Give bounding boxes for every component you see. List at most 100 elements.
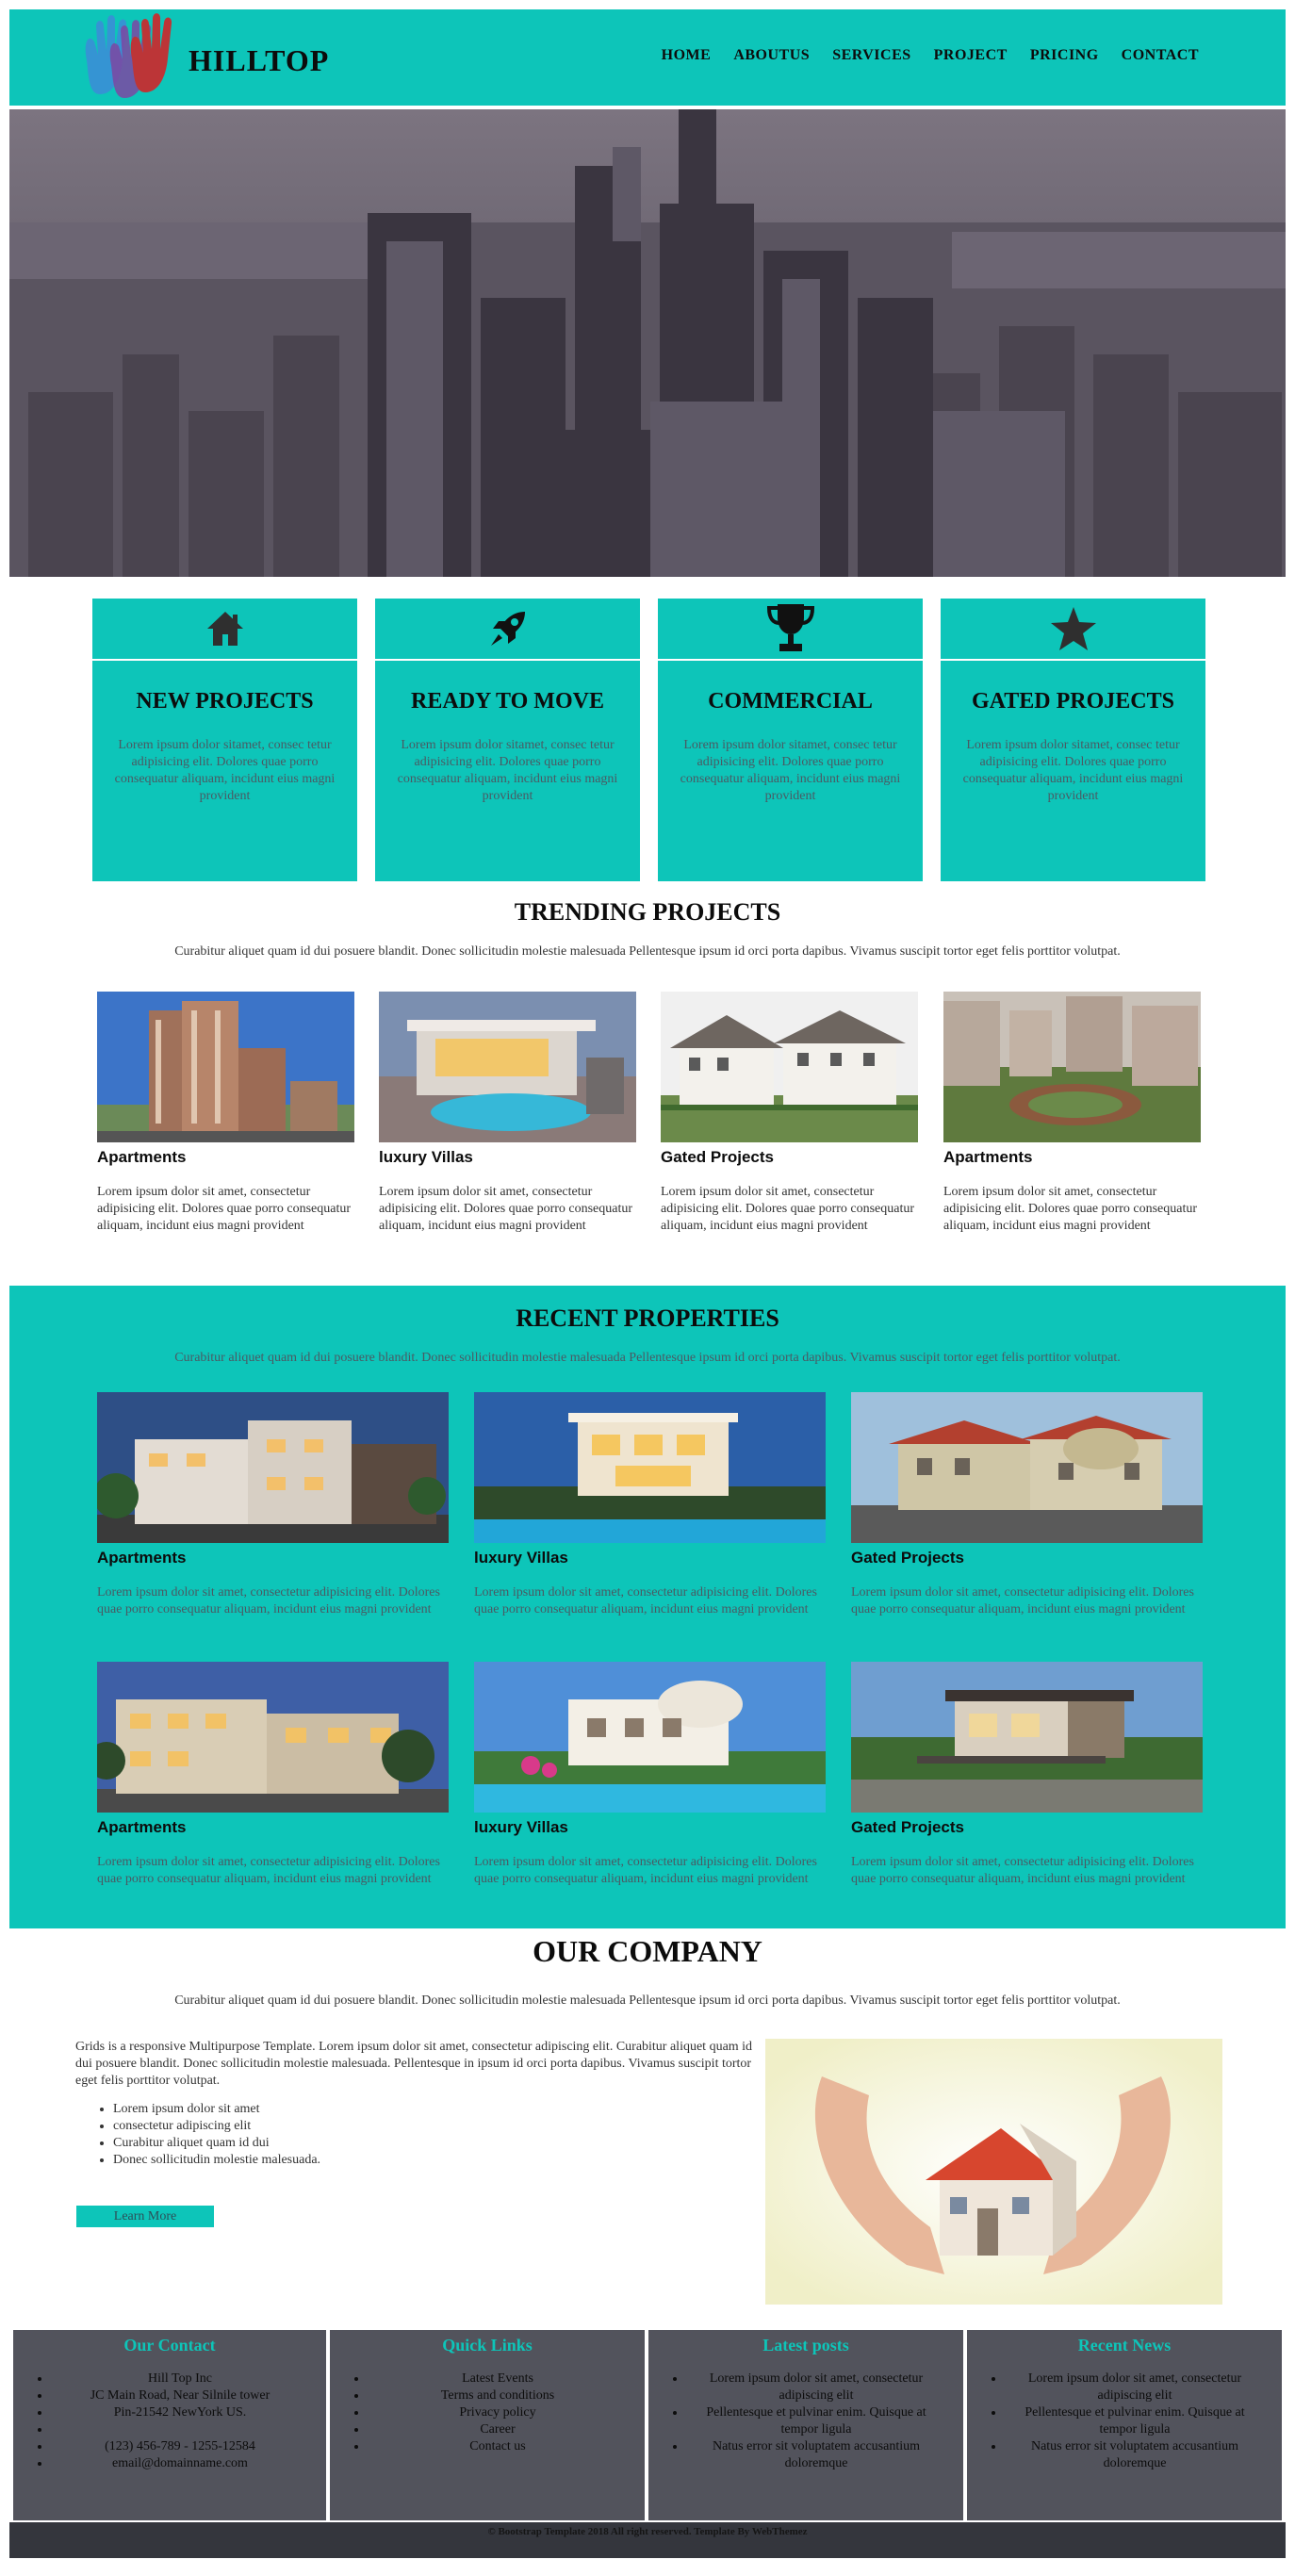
footer-column-title: Recent News [1077, 2336, 1172, 2354]
gated-house-image[interactable] [851, 1392, 1203, 1543]
hero-city-image [9, 109, 1286, 577]
company-about: Grids is a responsive Multipurpose Templ… [75, 2039, 754, 2169]
list-item: consectetur adipiscing elit [113, 2118, 754, 2135]
footer-link[interactable]: Career [368, 2421, 628, 2438]
footer-column-contact: Our Contact Hill Top Inc JC Main Road, N… [13, 2330, 326, 2520]
list-item[interactable]: email@domainname.com [51, 2455, 309, 2472]
company-subtitle: Curabitur aliquet quam id dui posuere bl… [174, 1994, 1121, 2008]
trending-card-title[interactable]: luxury Villas [379, 1148, 636, 1167]
footer-column-title: Our Contact [123, 2336, 216, 2354]
recent-card-text: Lorem ipsum dolor sit amet, consectetur … [474, 1585, 817, 1616]
recent-card[interactable]: luxury Villas Lorem ipsum dolor sit amet… [474, 1392, 826, 1618]
trending-card[interactable]: Apartments Lorem ipsum dolor sit amet, c… [943, 992, 1201, 1235]
footer-post-link[interactable]: Pellentesque et pulvinar enim. Quisque a… [686, 2404, 946, 2438]
apartments-dusk-image[interactable] [97, 1662, 449, 1813]
footer-post-link[interactable]: Natus error sit voluptatem accusantium d… [686, 2438, 946, 2472]
learn-more-button[interactable]: Learn More [76, 2206, 214, 2227]
recent-card[interactable]: Gated Projects Lorem ipsum dolor sit ame… [851, 1662, 1203, 1888]
star-icon [1050, 607, 1096, 650]
company-bullets: Lorem ipsum dolor sit amet consectetur a… [75, 2101, 754, 2169]
company-paragraph: Grids is a responsive Multipurpose Templ… [75, 2040, 753, 2088]
nav-aboutus[interactable]: ABOUTUS [733, 47, 810, 64]
recent-card-text: Lorem ipsum dolor sit amet, consectetur … [851, 1585, 1194, 1616]
footer-link[interactable]: Contact us [368, 2438, 628, 2455]
footer-post-link[interactable]: Lorem ipsum dolor sit amet, consectetur … [686, 2371, 946, 2404]
feature-text: Lorem ipsum dolor sitamet, consec tetur … [114, 738, 336, 803]
recent-card[interactable]: Gated Projects Lorem ipsum dolor sit ame… [851, 1392, 1203, 1618]
list-item: Pin-21542 NewYork US. [51, 2404, 309, 2421]
footer-column-title: Quick Links [442, 2336, 533, 2354]
trending-card-title[interactable]: Gated Projects [661, 1148, 918, 1167]
copyright-text: © Bootstrap Template 2018 All right rese… [487, 2526, 808, 2537]
recent-card[interactable]: Apartments Lorem ipsum dolor sit amet, c… [97, 1392, 449, 1618]
footer-link[interactable]: Terms and conditions [368, 2387, 628, 2404]
nav-contact[interactable]: CONTACT [1122, 47, 1199, 64]
luxury-villa-day-pool-image[interactable] [474, 1662, 826, 1813]
footer-news-link[interactable]: Pellentesque et pulvinar enim. Quisque a… [1005, 2404, 1265, 2438]
trending-card-text: Lorem ipsum dolor sit amet, consectetur … [661, 1185, 915, 1233]
footer-link[interactable]: Privacy policy [368, 2404, 628, 2421]
trending-card-title[interactable]: Apartments [943, 1148, 1201, 1167]
nav-home[interactable]: HOME [662, 47, 712, 64]
trending-card[interactable]: luxury Villas Lorem ipsum dolor sit amet… [379, 992, 636, 1235]
recent-title: RECENT PROPERTIES [516, 1304, 779, 1332]
feature-card-commercial[interactable]: COMMERCIAL Lorem ipsum dolor sitamet, co… [658, 599, 923, 881]
feature-cards: NEW PROJECTS Lorem ipsum dolor sitamet, … [92, 599, 1205, 881]
feature-text: Lorem ipsum dolor sitamet, consec tetur … [680, 738, 901, 803]
trending-card-title[interactable]: Apartments [97, 1148, 354, 1167]
apartment-tower-image[interactable] [97, 992, 354, 1142]
brand-name[interactable]: HILLTOP [189, 43, 329, 78]
feature-card-ready-to-move[interactable]: READY TO MOVE Lorem ipsum dolor sitamet,… [375, 599, 640, 881]
trending-subtitle: Curabitur aliquet quam id dui posuere bl… [174, 944, 1121, 959]
luxury-villa-pool-image[interactable] [379, 992, 636, 1142]
feature-title: READY TO MOVE [411, 689, 604, 714]
nav-pricing[interactable]: PRICING [1030, 47, 1099, 64]
footer-column-latest-posts: Latest posts Lorem ipsum dolor sit amet,… [648, 2330, 963, 2520]
main-nav: HOME ABOUTUS SERVICES PROJECT PRICING CO… [645, 47, 1205, 64]
trending-card-text: Lorem ipsum dolor sit amet, consectetur … [97, 1185, 352, 1233]
recent-card-text: Lorem ipsum dolor sit amet, consectetur … [851, 1855, 1194, 1886]
trending-title: TRENDING PROJECTS [514, 898, 781, 926]
villa-night-pool-image[interactable] [474, 1392, 826, 1543]
recent-card-title[interactable]: luxury Villas [474, 1818, 826, 1837]
modern-gated-house-image[interactable] [851, 1662, 1203, 1813]
recent-card[interactable]: luxury Villas Lorem ipsum dolor sit amet… [474, 1662, 826, 1888]
recent-card-title[interactable]: Apartments [97, 1549, 449, 1567]
recent-card-title[interactable]: Gated Projects [851, 1818, 1203, 1837]
list-item: Donec sollicitudin molestie malesuada. [113, 2152, 754, 2169]
feature-title: COMMERCIAL [708, 689, 873, 714]
footer-link[interactable]: Latest Events [368, 2371, 628, 2387]
recent-card-title[interactable]: Gated Projects [851, 1549, 1203, 1567]
trending-card-text: Lorem ipsum dolor sit amet, consectetur … [379, 1185, 633, 1233]
recent-card[interactable]: Apartments Lorem ipsum dolor sit amet, c… [97, 1662, 449, 1888]
company-title: OUR COMPANY [533, 1934, 762, 1968]
recent-card-title[interactable]: luxury Villas [474, 1549, 826, 1567]
recent-card-text: Lorem ipsum dolor sit amet, consectetur … [97, 1855, 440, 1886]
recent-card-text: Lorem ipsum dolor sit amet, consectetur … [97, 1585, 440, 1616]
apartment-complex-aerial-image[interactable] [943, 992, 1201, 1142]
gated-houses-image[interactable] [661, 992, 918, 1142]
footer-news-link[interactable]: Lorem ipsum dolor sit amet, consectetur … [1005, 2371, 1265, 2404]
copyright-bar: © Bootstrap Template 2018 All right rese… [9, 2522, 1286, 2558]
feature-card-new-projects[interactable]: NEW PROJECTS Lorem ipsum dolor sitamet, … [92, 599, 357, 881]
nav-services[interactable]: SERVICES [832, 47, 910, 64]
trophy-icon [766, 604, 814, 651]
site-header: HILLTOP HOME ABOUTUS SERVICES PROJECT PR… [9, 9, 1286, 106]
feature-text: Lorem ipsum dolor sitamet, consec tetur … [397, 738, 618, 803]
recent-card-title[interactable]: Apartments [97, 1818, 449, 1837]
list-item: Curabitur aliquet quam id dui [113, 2135, 754, 2152]
list-item: (123) 456-789 - 1255-12584 [51, 2438, 309, 2455]
logo-hands-icon[interactable] [75, 13, 198, 104]
modern-apartments-image[interactable] [97, 1392, 449, 1543]
feature-title: NEW PROJECTS [136, 689, 314, 714]
list-item [51, 2421, 309, 2438]
nav-project[interactable]: PROJECT [934, 47, 1008, 64]
feature-text: Lorem ipsum dolor sitamet, consec tetur … [962, 738, 1184, 803]
trending-card[interactable]: Gated Projects Lorem ipsum dolor sit ame… [661, 992, 918, 1235]
trending-card[interactable]: Apartments Lorem ipsum dolor sit amet, c… [97, 992, 354, 1235]
recent-card-text: Lorem ipsum dolor sit amet, consectetur … [474, 1855, 817, 1886]
feature-card-gated-projects[interactable]: GATED PROJECTS Lorem ipsum dolor sitamet… [941, 599, 1205, 881]
footer-news-link[interactable]: Natus error sit voluptatem accusantium d… [1005, 2438, 1265, 2472]
home-icon [206, 612, 243, 646]
trending-card-text: Lorem ipsum dolor sit amet, consectetur … [943, 1185, 1198, 1233]
